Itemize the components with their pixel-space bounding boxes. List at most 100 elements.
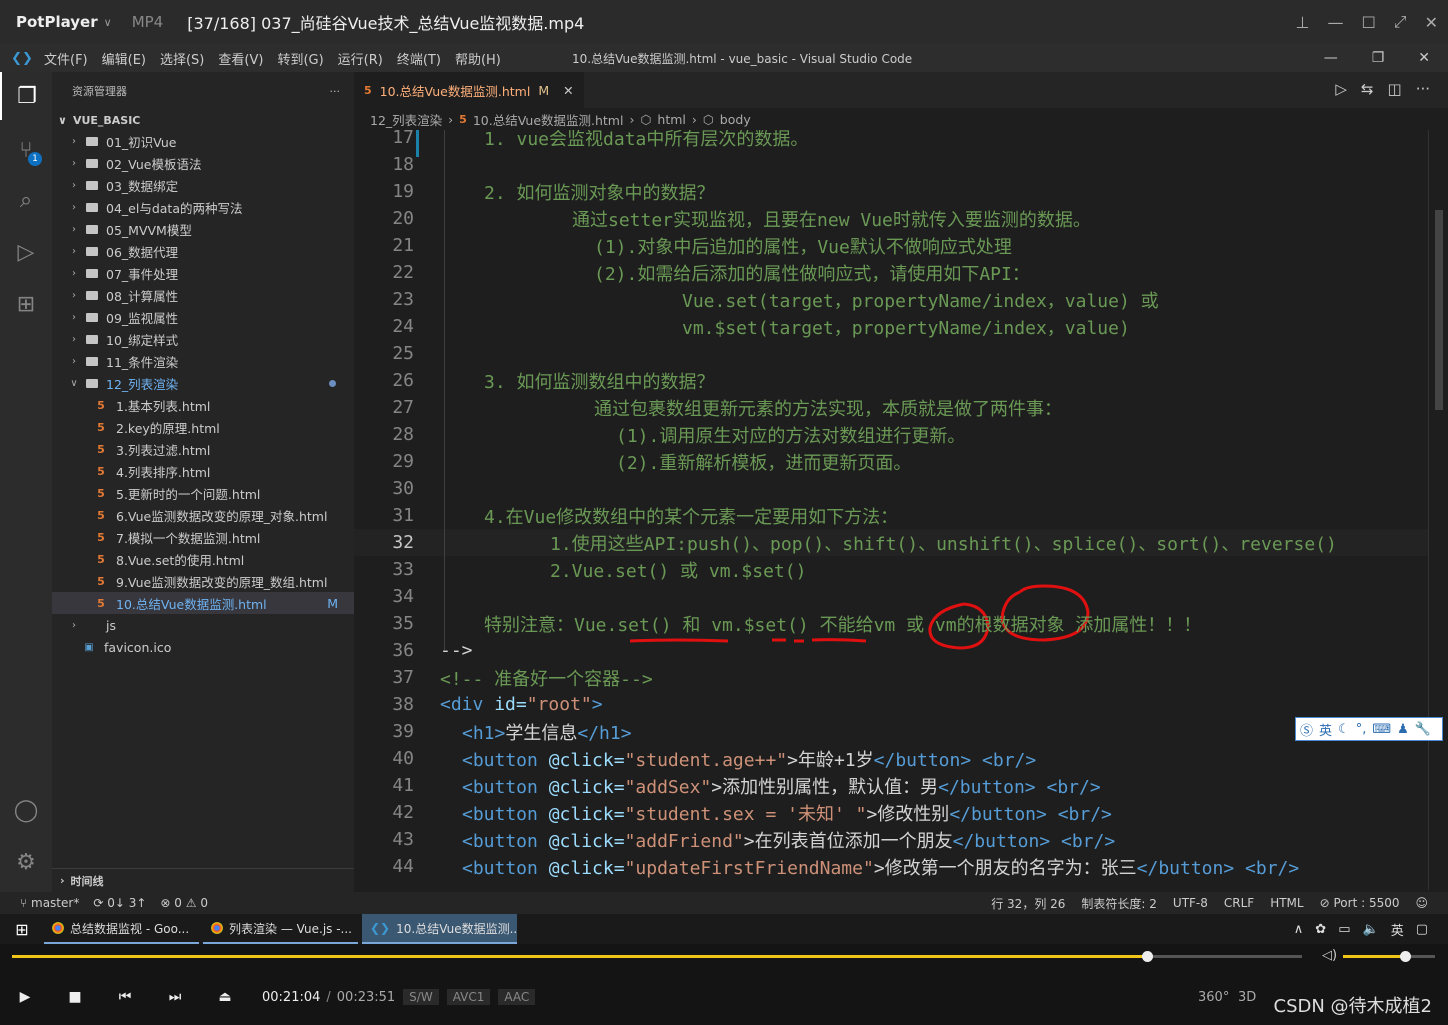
- folder-item[interactable]: › 09_监视属性: [52, 306, 354, 328]
- menu-select[interactable]: 选择(S): [160, 49, 204, 68]
- badge-video-codec[interactable]: AVC1: [446, 989, 491, 1005]
- root-folder[interactable]: ∨ VUE_BASIC: [52, 110, 354, 130]
- menu-run[interactable]: 运行(R): [338, 49, 383, 68]
- code-line[interactable]: 33 2.Vue.set() 或 vm.$set(): [354, 556, 1428, 583]
- editor-scrollbar[interactable]: [1428, 130, 1448, 890]
- encoding[interactable]: UTF-8: [1173, 896, 1208, 910]
- folder-item[interactable]: › 07_事件处理: [52, 262, 354, 284]
- eol[interactable]: CRLF: [1224, 896, 1254, 910]
- file-item[interactable]: 5 7.模拟一个数据监测.html: [52, 526, 354, 548]
- split-editor-icon[interactable]: ◫: [1388, 80, 1402, 98]
- code-line[interactable]: 41 <button @click="addSex">添加性别属性，默认值：男</…: [354, 772, 1428, 799]
- explorer-icon[interactable]: ❐: [0, 72, 52, 120]
- feedback-icon[interactable]: ☺: [1415, 896, 1428, 910]
- code-line[interactable]: 29 (2).重新解析模板，进而更新页面。: [354, 448, 1428, 475]
- breadcrumb-folder[interactable]: 12_列表渲染: [370, 110, 442, 129]
- task-chrome-2[interactable]: 列表渲染 — Vue.js -...: [203, 914, 358, 944]
- previous-icon[interactable]: ⏮: [100, 989, 150, 1005]
- breadcrumb-html[interactable]: html: [657, 112, 685, 127]
- punctuation-icon[interactable]: °,: [1356, 722, 1367, 737]
- volume-knob[interactable]: [1399, 951, 1411, 962]
- folder-item[interactable]: › 11_条件渲染: [52, 350, 354, 372]
- close-icon[interactable]: ✕: [1418, 50, 1430, 66]
- vr-360-button[interactable]: 360°: [1198, 990, 1229, 1005]
- code-line[interactable]: 35 特别注意：Vue.set() 和 vm.$set() 不能给vm 或 vm的…: [354, 610, 1428, 637]
- problems-status[interactable]: ⊗ 0 ⚠ 0: [160, 896, 208, 910]
- chevron-up-icon[interactable]: ∧: [1294, 922, 1304, 937]
- badge-sw[interactable]: S/W: [403, 989, 439, 1005]
- code-line[interactable]: 34: [354, 583, 1428, 610]
- volume-slider[interactable]: [1343, 951, 1435, 962]
- file-item[interactable]: 5 1.基本列表.html: [52, 394, 354, 416]
- fullscreen-icon[interactable]: ⤢: [1394, 12, 1407, 32]
- minimize-icon[interactable]: —: [1324, 50, 1338, 66]
- code-line[interactable]: 24 vm.$set(target，propertyName/index，valu…: [354, 313, 1428, 340]
- player-app-name[interactable]: PotPlayer: [16, 13, 98, 31]
- close-icon[interactable]: ✕: [1425, 13, 1438, 32]
- code-editor[interactable]: 17 1. vue会监视data中所有层次的数据。 18 19 2. 如何监测对象中的数…: [354, 130, 1428, 890]
- more-actions-icon[interactable]: ···: [1416, 80, 1430, 98]
- menu-file[interactable]: 文件(F): [44, 49, 88, 68]
- code-line[interactable]: 43 <button @click="addFriend">在列表首位添加一个朋友…: [354, 826, 1428, 853]
- code-line[interactable]: 28 (1).调用原生对应的方法对数组进行更新。: [354, 421, 1428, 448]
- git-branch[interactable]: ⑂ master*: [20, 896, 79, 910]
- tab-size[interactable]: 制表符长度: 2: [1081, 895, 1157, 912]
- task-vscode[interactable]: ❮❯ 10.总结Vue数据监测....: [362, 914, 517, 944]
- code-line[interactable]: 39 <h1>学生信息</h1>: [354, 718, 1428, 745]
- compare-icon[interactable]: ⇆: [1361, 80, 1374, 98]
- settings-gear-icon[interactable]: ⚙: [0, 838, 52, 886]
- account-icon[interactable]: ◯: [0, 786, 52, 834]
- tray-language[interactable]: 英: [1391, 920, 1404, 939]
- chevron-down-icon[interactable]: ∨: [104, 16, 112, 29]
- source-control-icon[interactable]: ⑂ 1: [0, 126, 52, 174]
- code-line[interactable]: 32 1.使用这些API:push()、pop()、shift()、unshift…: [354, 529, 1428, 556]
- notification-icon[interactable]: ▢: [1416, 922, 1428, 937]
- file-item[interactable]: 5 6.Vue监测数据改变的原理_对象.html: [52, 504, 354, 526]
- folder-item[interactable]: › 10_绑定样式: [52, 328, 354, 350]
- minimize-icon[interactable]: —: [1327, 13, 1343, 32]
- folder-item[interactable]: › 06_数据代理: [52, 240, 354, 262]
- pin-icon[interactable]: ⊥: [1296, 13, 1310, 32]
- ime-language[interactable]: 英: [1319, 720, 1332, 739]
- maximize-icon[interactable]: ☐: [1361, 13, 1375, 32]
- stop-icon[interactable]: ■: [50, 989, 100, 1005]
- extensions-icon[interactable]: ⊞: [0, 280, 52, 328]
- file-item[interactable]: 5 5.更新时的一个问题.html: [52, 482, 354, 504]
- play-icon[interactable]: ▶: [0, 989, 50, 1005]
- code-line[interactable]: 42 <button @click="student.sex = '未知' ">修…: [354, 799, 1428, 826]
- badge-audio-codec[interactable]: AAC: [498, 989, 536, 1005]
- keyboard-icon[interactable]: ⌨: [1372, 722, 1391, 737]
- search-icon[interactable]: ⌕: [0, 176, 52, 224]
- file-item[interactable]: 5 3.列表过滤.html: [52, 438, 354, 460]
- sync-status[interactable]: ⟳ 0↓ 3↑: [93, 896, 146, 910]
- folder-item[interactable]: › 04_el与data的两种写法: [52, 196, 354, 218]
- code-line[interactable]: 37 <!-- 准备好一个容器-->: [354, 664, 1428, 691]
- menu-help[interactable]: 帮助(H): [455, 49, 501, 68]
- app-tray-icon[interactable]: ✿: [1315, 922, 1326, 937]
- code-line[interactable]: 26 3. 如何监测数组中的数据？: [354, 367, 1428, 394]
- windows-logo-icon[interactable]: ⊞: [0, 920, 44, 939]
- wrench-icon[interactable]: 🔧: [1415, 722, 1431, 737]
- volume-icon[interactable]: 🔈: [1363, 922, 1379, 937]
- code-line[interactable]: 18: [354, 151, 1428, 178]
- cursor-position[interactable]: 行 32，列 26: [991, 895, 1065, 912]
- code-line[interactable]: 44 <button @click="updateFirstFriendName"…: [354, 853, 1428, 880]
- breadcrumb-file[interactable]: 10.总结Vue数据监测.html: [473, 110, 624, 129]
- code-line[interactable]: 31 4.在Vue修改数组中的某个元素一定要用如下方法：: [354, 502, 1428, 529]
- folder-item[interactable]: › 03_数据绑定: [52, 174, 354, 196]
- folder-item-open[interactable]: ∨ 12_列表渲染: [52, 372, 354, 394]
- code-line[interactable]: 25: [354, 340, 1428, 367]
- code-line[interactable]: 23 Vue.set(target，propertyName/index，valu…: [354, 286, 1428, 313]
- code-line[interactable]: 19 2. 如何监测对象中的数据？: [354, 178, 1428, 205]
- restore-icon[interactable]: ❐: [1372, 50, 1385, 66]
- code-line[interactable]: 27 通过包裹数组更新元素的方法实现，本质就是做了两件事：: [354, 394, 1428, 421]
- moon-icon[interactable]: ☾: [1338, 722, 1350, 737]
- close-tab-icon[interactable]: ✕: [563, 83, 573, 98]
- code-line[interactable]: 36 -->: [354, 637, 1428, 664]
- scrollbar-thumb[interactable]: [1435, 210, 1443, 410]
- file-item[interactable]: 5 8.Vue.set的使用.html: [52, 548, 354, 570]
- code-line[interactable]: 38 <div id="root">: [354, 691, 1428, 718]
- next-icon[interactable]: ⏭: [150, 989, 200, 1005]
- timeline-section[interactable]: › 时间线: [52, 868, 354, 892]
- code-line[interactable]: 21 (1).对象中后追加的属性，Vue默认不做响应式处理: [354, 232, 1428, 259]
